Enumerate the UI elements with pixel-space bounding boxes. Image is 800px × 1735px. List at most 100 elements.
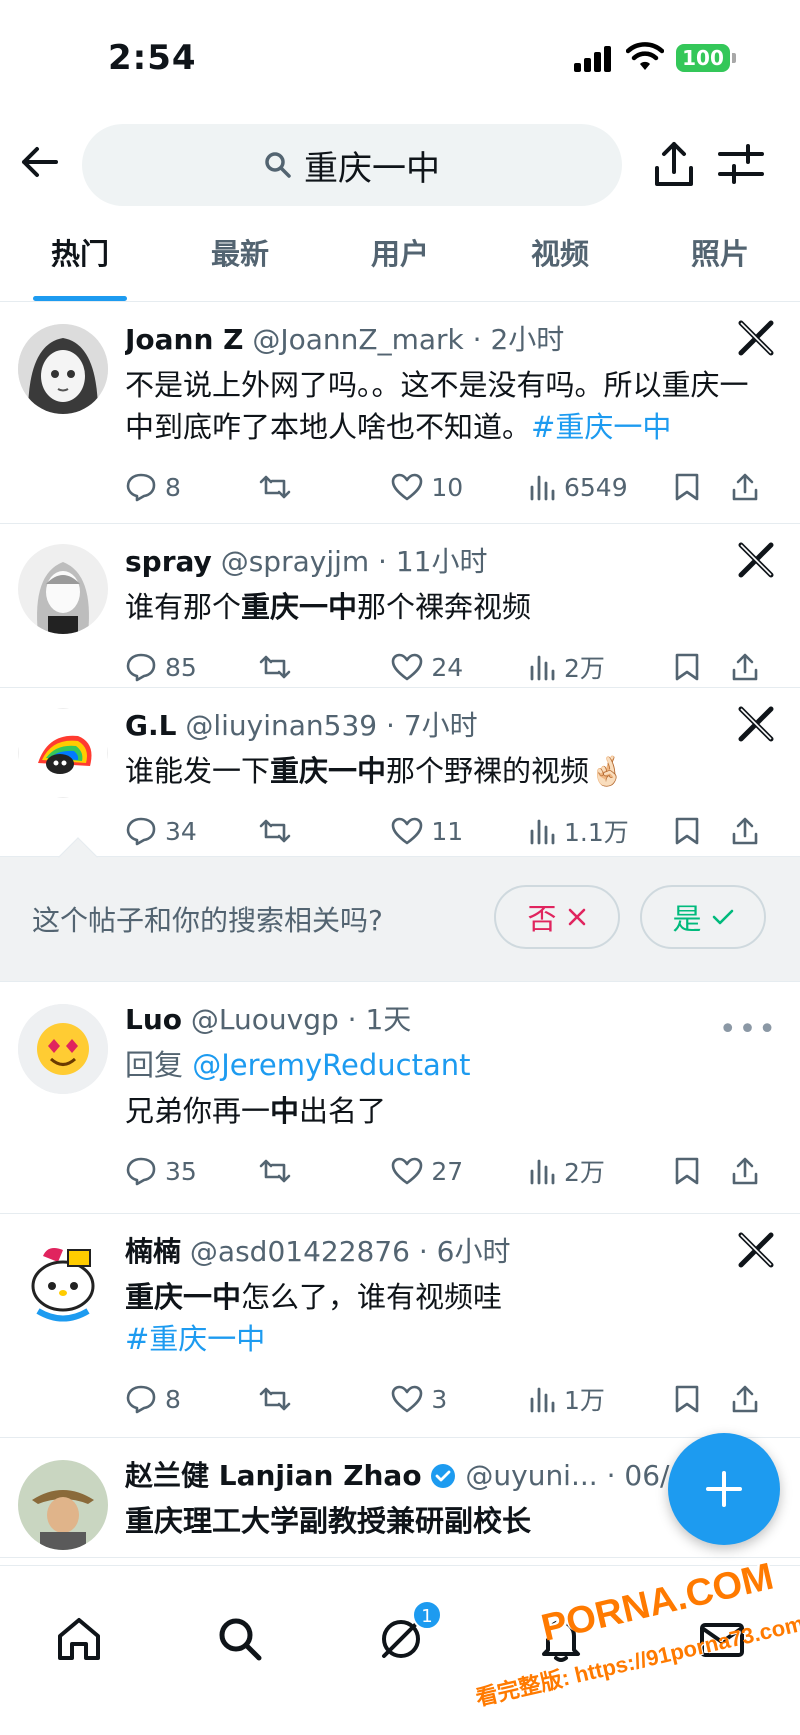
like-button[interactable]: 3 xyxy=(391,1385,528,1414)
status-bar: 2:54 100 xyxy=(0,0,800,110)
repost-button[interactable] xyxy=(258,1157,392,1185)
home-icon xyxy=(58,1618,100,1660)
handle[interactable]: @JoannZ_mark xyxy=(252,323,463,356)
compose-button[interactable] xyxy=(668,1433,780,1545)
reply-button[interactable]: 35 xyxy=(125,1156,258,1186)
tab-top[interactable]: 热门 xyxy=(0,226,160,301)
avatar[interactable] xyxy=(18,1236,108,1326)
views-count: 6549 xyxy=(564,472,628,502)
avatar[interactable] xyxy=(18,1460,108,1550)
repost-button[interactable] xyxy=(258,1385,392,1413)
reply-icon xyxy=(126,653,156,682)
like-button[interactable]: 24 xyxy=(391,653,528,682)
handle[interactable]: @sprayjjm xyxy=(221,545,369,578)
reply-button[interactable]: 8 xyxy=(125,472,258,502)
views-icon xyxy=(530,1387,555,1413)
display-name[interactable]: spray xyxy=(125,545,212,578)
like-button[interactable]: 11 xyxy=(391,817,528,846)
repost-button[interactable] xyxy=(258,817,392,845)
post-text: 不是说上外网了吗。。这不是没有吗。所以重庆一中到底咋了本地人啥也不知道。#重庆一… xyxy=(125,368,749,444)
nav-messages[interactable] xyxy=(697,1614,747,1664)
views-count: 1.1万 xyxy=(564,818,629,847)
bookmark-button[interactable] xyxy=(674,1156,731,1186)
search-input[interactable]: 重庆一中 xyxy=(82,124,622,206)
hashtag-link[interactable]: #重庆一中 xyxy=(531,410,671,444)
not-relevant-button[interactable]: 否 xyxy=(494,885,620,949)
back-button[interactable] xyxy=(18,140,62,184)
share-post-button[interactable] xyxy=(731,816,770,846)
heart-icon xyxy=(392,817,423,845)
reply-button[interactable]: 85 xyxy=(125,652,258,682)
post-text: 兄弟你再一中出名了 xyxy=(125,1094,387,1128)
bookmark-icon xyxy=(676,1385,699,1413)
battery-tip xyxy=(732,53,736,63)
avatar[interactable] xyxy=(18,1004,108,1094)
reply-button[interactable]: 8 xyxy=(125,1384,258,1414)
post[interactable]: Luo @Luouvgp · 1天 ••• 回复 @JeremyReductan… xyxy=(0,982,800,1214)
views-button[interactable]: 2万 xyxy=(528,649,674,685)
views-button[interactable]: 1万 xyxy=(528,1381,674,1417)
crossed-fingers-emoji: 🤞🏻 xyxy=(589,754,626,788)
repost-icon xyxy=(259,1387,291,1411)
avatar[interactable] xyxy=(18,324,108,414)
views-icon xyxy=(530,1159,555,1185)
display-name[interactable]: Joann Z xyxy=(125,323,243,356)
post[interactable]: spray @sprayjjm · 11小时 谁有那个重庆一中那个裸奔视频 85… xyxy=(0,524,800,688)
views-button[interactable]: 2万 xyxy=(528,1153,674,1189)
share-post-button[interactable] xyxy=(731,652,770,682)
tab-latest[interactable]: 最新 xyxy=(160,226,320,301)
filter-sliders-icon[interactable] xyxy=(718,142,764,186)
post[interactable]: Joann Z @JoannZ_mark · 2小时 不是说上外网了吗。。这不是… xyxy=(0,302,800,524)
x-logo-icon xyxy=(738,320,774,356)
handle[interactable]: @Luouvgp xyxy=(191,1003,339,1036)
status-time: 2:54 xyxy=(108,38,197,78)
nav-search[interactable] xyxy=(215,1614,265,1664)
display-name[interactable]: 赵兰健 Lanjian Zhao xyxy=(125,1459,422,1492)
post-header: Luo @Luouvgp · 1天 xyxy=(125,1003,412,1036)
views-button[interactable]: 6549 xyxy=(528,473,674,502)
tab-videos[interactable]: 视频 xyxy=(480,226,640,301)
avatar[interactable] xyxy=(18,708,108,798)
mention-link[interactable]: @JeremyReductant xyxy=(192,1048,470,1082)
display-name[interactable]: Luo xyxy=(125,1003,182,1036)
reply-count: 34 xyxy=(165,816,197,846)
like-button[interactable]: 27 xyxy=(391,1157,528,1186)
post[interactable]: 楠楠 @asd01422876 · 6小时 重庆一中怎么了，谁有视频哇 #重庆一… xyxy=(0,1214,800,1438)
share-button[interactable] xyxy=(652,140,696,188)
hashtag-link[interactable]: #重庆一中 xyxy=(125,1322,265,1356)
check-icon xyxy=(712,909,733,925)
display-name[interactable]: G.L xyxy=(125,709,176,742)
repost-button[interactable] xyxy=(258,473,392,501)
bookmark-icon xyxy=(676,817,699,845)
relevant-button[interactable]: 是 xyxy=(640,885,766,949)
nav-grok[interactable]: 1 xyxy=(376,1600,442,1664)
nav-notifications[interactable] xyxy=(536,1614,586,1664)
display-name[interactable]: 楠楠 xyxy=(125,1235,181,1268)
nav-home[interactable] xyxy=(54,1614,104,1664)
repost-button[interactable] xyxy=(258,653,392,681)
share-post-button[interactable] xyxy=(731,472,770,502)
handle[interactable]: @liuyinan539 xyxy=(185,709,377,742)
views-button[interactable]: 1.1万 xyxy=(528,813,674,849)
share-post-button[interactable] xyxy=(731,1156,770,1186)
bookmark-icon xyxy=(676,473,699,501)
handle[interactable]: @uyuni... xyxy=(465,1459,597,1492)
reply-button[interactable]: 34 xyxy=(125,816,258,846)
tab-people[interactable]: 用户 xyxy=(320,226,480,301)
post[interactable]: G.L @liuyinan539 · 7小时 谁能发一下重庆一中那个野裸的视频🤞… xyxy=(0,688,800,857)
post-time: 6小时 xyxy=(436,1235,511,1268)
bookmark-button[interactable] xyxy=(674,816,731,846)
repost-icon xyxy=(259,819,291,843)
x-logo-icon xyxy=(738,1232,774,1268)
handle[interactable]: @asd01422876 xyxy=(190,1235,410,1268)
bookmark-button[interactable] xyxy=(674,652,731,682)
tab-photos[interactable]: 照片 xyxy=(640,226,800,301)
reply-count: 85 xyxy=(165,652,197,682)
like-button[interactable]: 10 xyxy=(391,473,528,502)
bookmark-button[interactable] xyxy=(674,472,731,502)
more-options-button[interactable]: ••• xyxy=(719,1012,778,1047)
share-post-button[interactable] xyxy=(731,1384,770,1414)
avatar[interactable] xyxy=(18,544,108,634)
like-count: 10 xyxy=(431,472,464,502)
bookmark-button[interactable] xyxy=(674,1384,731,1414)
